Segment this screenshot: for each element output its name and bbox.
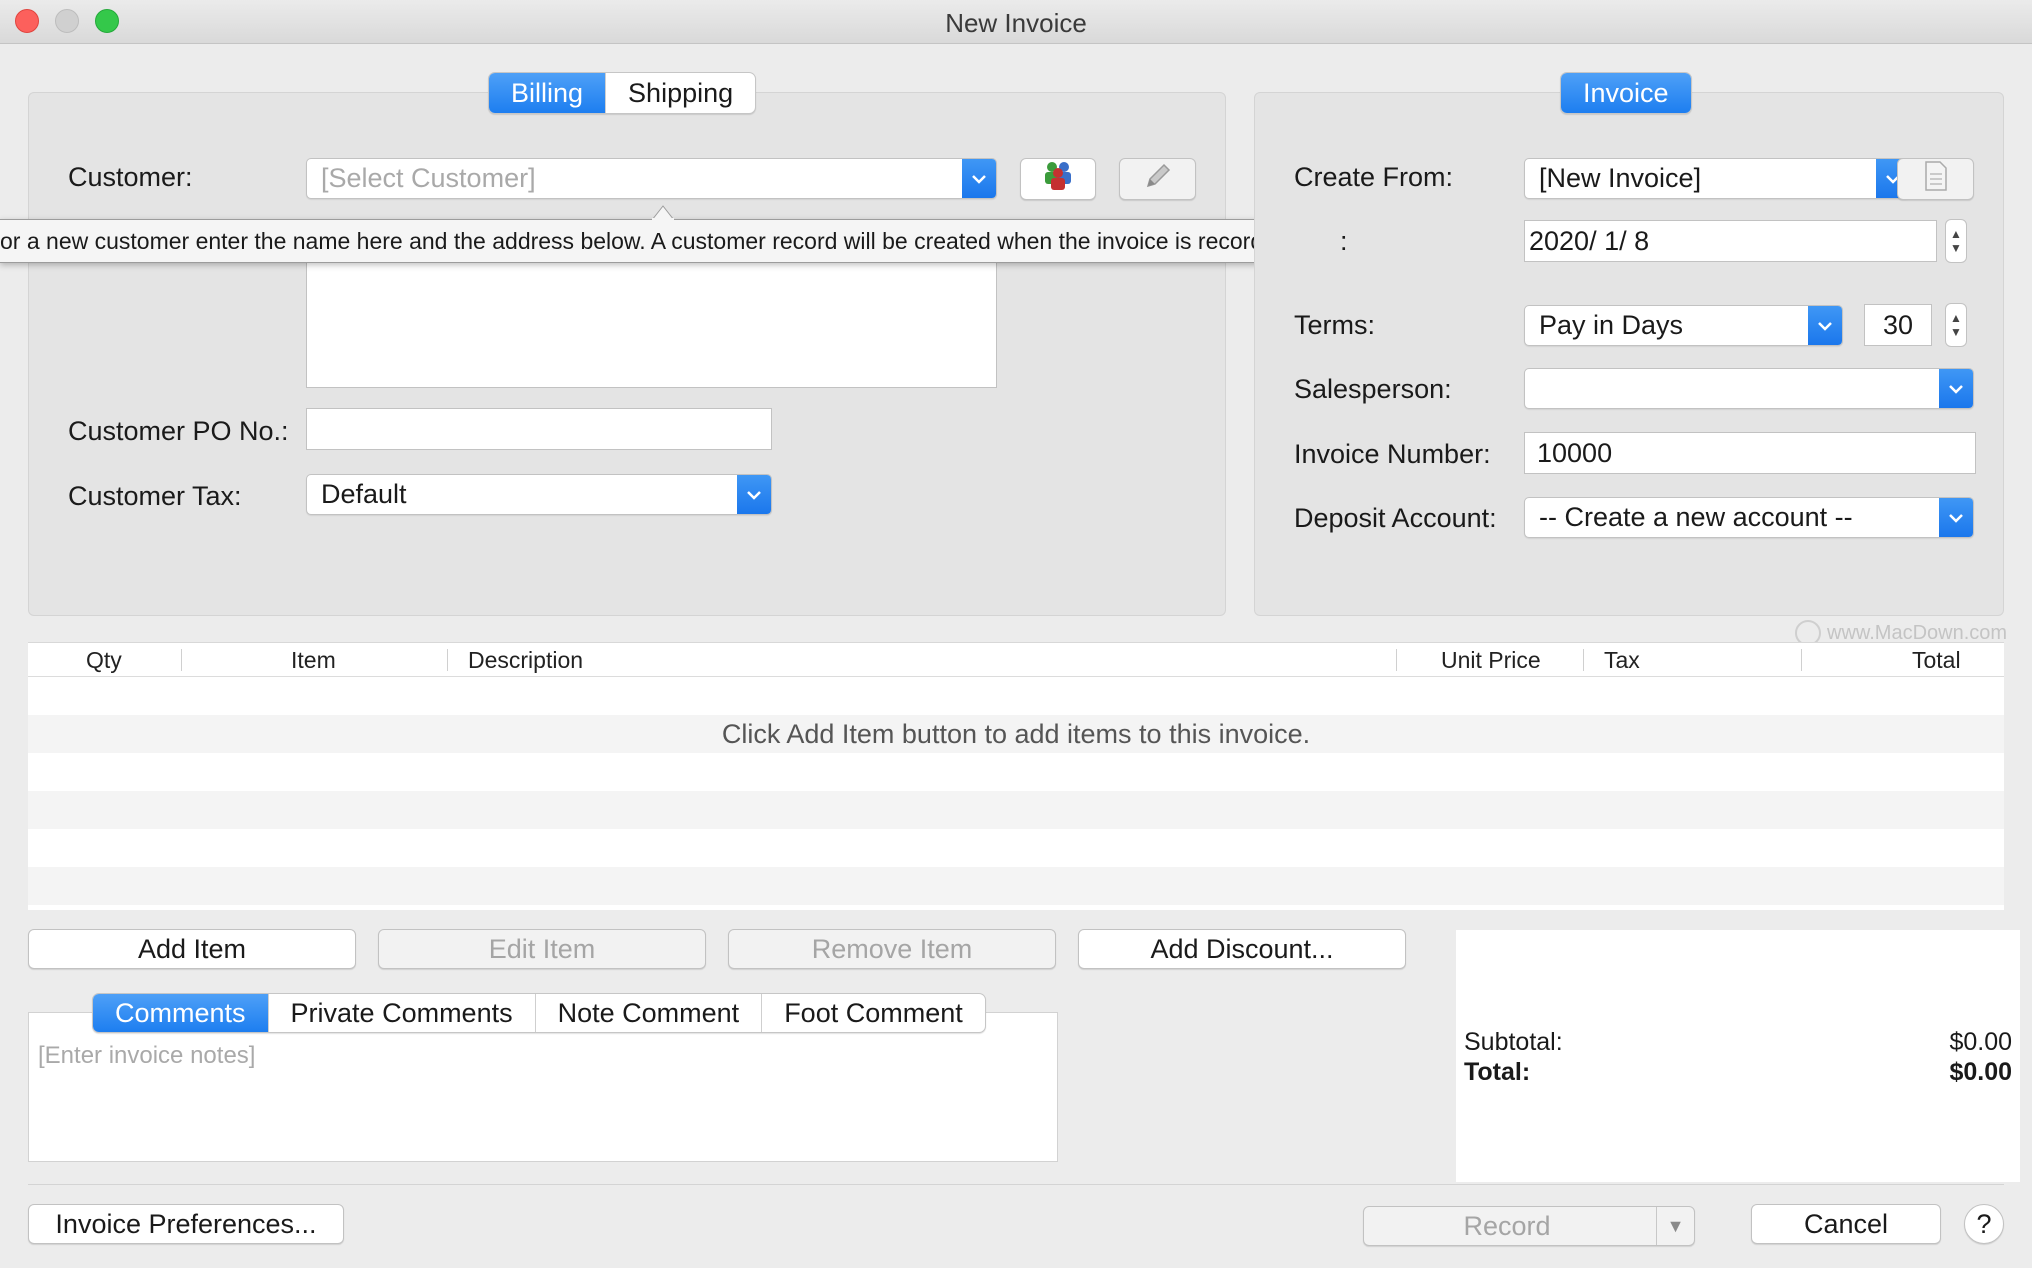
date-stepper[interactable]: ▲ ▼ <box>1945 219 1967 263</box>
chevron-down-icon[interactable] <box>737 475 771 514</box>
help-button[interactable]: ? <box>1964 1204 2004 1244</box>
customer-label: Customer: <box>68 162 193 192</box>
subtotal-value: $0.00 <box>1949 1028 2012 1056</box>
footer-divider <box>28 1184 2004 1185</box>
notes-placeholder: [Enter invoice notes] <box>38 1042 256 1069</box>
invoice-number-field[interactable]: 10000 <box>1524 432 1976 474</box>
tab-billing[interactable]: Billing <box>489 73 607 113</box>
cancel-button[interactable]: Cancel <box>1751 1204 1941 1244</box>
empty-table-message: Click Add Item button to add items to th… <box>721 719 1311 749</box>
terms-label: Terms: <box>1294 310 1375 340</box>
salesperson-select[interactable] <box>1524 368 1974 409</box>
table-row[interactable] <box>28 867 2004 905</box>
tab-shipping[interactable]: Shipping <box>606 73 755 113</box>
tab-invoice[interactable]: Invoice <box>1561 73 1691 113</box>
pencil-icon <box>1142 160 1174 199</box>
add-discount-button[interactable]: Add Discount... <box>1078 929 1406 969</box>
window-title: New Invoice <box>945 8 1087 38</box>
record-label: Record <box>1463 1210 1551 1241</box>
column-header-unit-price[interactable]: Unit Price <box>1441 643 1541 677</box>
total-value: $0.00 <box>1949 1058 2012 1086</box>
customer-combobox[interactable]: [Select Customer] <box>306 158 997 199</box>
customer-address-field[interactable] <box>306 262 997 388</box>
chevron-down-icon[interactable]: ▼ <box>1950 241 1962 255</box>
record-button[interactable]: Record ▼ <box>1363 1206 1695 1246</box>
date-label: : <box>1340 226 1348 256</box>
document-icon <box>1923 160 1949 199</box>
invoice-tab-group: Invoice <box>1560 72 1692 114</box>
customer-placeholder: [Select Customer] <box>321 163 536 193</box>
invoice-number-label: Invoice Number: <box>1294 439 1491 469</box>
edit-item-button[interactable]: Edit Item <box>378 929 706 969</box>
tab-comments[interactable]: Comments <box>93 994 269 1032</box>
create-from-label: Create From: <box>1294 162 1454 192</box>
tab-foot-comment[interactable]: Foot Comment <box>762 994 985 1032</box>
tooltip-text: or a new customer enter the name here an… <box>0 227 1296 254</box>
invoice-preferences-button[interactable]: Invoice Preferences... <box>28 1204 344 1244</box>
total-label: Total: <box>1464 1058 1531 1086</box>
tooltip-pointer <box>652 205 674 220</box>
column-header-qty[interactable]: Qty <box>86 643 122 677</box>
chevron-down-icon[interactable] <box>962 159 996 198</box>
customer-tax-value: Default <box>321 479 407 509</box>
billing-shipping-tabs: Billing Shipping <box>488 72 757 114</box>
tab-private-comments[interactable]: Private Comments <box>269 994 536 1032</box>
column-header-item[interactable]: Item <box>291 643 336 677</box>
title-bar: New Invoice <box>0 0 2032 44</box>
terms-days-stepper[interactable]: ▲ ▼ <box>1945 303 1967 347</box>
chevron-down-icon[interactable] <box>1939 369 1973 408</box>
people-icon <box>1041 160 1075 199</box>
table-row[interactable] <box>28 791 2004 829</box>
deposit-account-select[interactable]: -- Create a new account -- <box>1524 497 1974 538</box>
chevron-down-icon[interactable] <box>1808 306 1842 345</box>
deposit-account-value: -- Create a new account -- <box>1539 502 1853 532</box>
date-field[interactable]: 2020/ 1/ 8 <box>1524 220 1937 262</box>
chevron-down-icon[interactable] <box>1939 498 1973 537</box>
customer-list-button[interactable] <box>1020 158 1096 200</box>
column-header-total[interactable]: Total <box>1912 643 1961 677</box>
chevron-down-icon[interactable]: ▼ <box>1950 325 1962 339</box>
comments-tabs: Comments Private Comments Note Comment F… <box>92 993 986 1033</box>
chevron-up-icon[interactable]: ▲ <box>1950 311 1962 325</box>
customer-po-field[interactable] <box>306 408 772 450</box>
customer-tax-select[interactable]: Default <box>306 474 772 515</box>
record-menu-arrow-icon[interactable]: ▼ <box>1656 1207 1694 1245</box>
customer-po-label: Customer PO No.: <box>68 416 289 446</box>
chevron-up-icon[interactable]: ▲ <box>1950 227 1962 241</box>
column-header-tax[interactable]: Tax <box>1604 643 1640 677</box>
customer-tooltip: or a new customer enter the name here an… <box>0 219 1348 263</box>
tab-note-comment[interactable]: Note Comment <box>536 994 763 1032</box>
column-header-description[interactable]: Description <box>468 643 583 677</box>
create-from-value: [New Invoice] <box>1539 163 1702 193</box>
edit-customer-button[interactable] <box>1119 158 1196 200</box>
items-table[interactable]: Qty Item Description Unit Price Tax Tota… <box>28 642 2004 910</box>
terms-value: Pay in Days <box>1539 310 1684 340</box>
create-from-select[interactable]: [New Invoice] <box>1524 158 1911 199</box>
terms-days-field[interactable]: 30 <box>1864 304 1932 346</box>
subtotal-label: Subtotal: <box>1464 1028 1563 1056</box>
totals-panel: Subtotal: $0.00 Total: $0.00 <box>1456 930 2020 1182</box>
customer-tax-label: Customer Tax: <box>68 481 242 511</box>
remove-item-button[interactable]: Remove Item <box>728 929 1056 969</box>
invoice-notes-textarea[interactable]: [Enter invoice notes] <box>30 1042 1054 1158</box>
add-item-button[interactable]: Add Item <box>28 929 356 969</box>
create-from-document-button[interactable] <box>1897 158 1974 200</box>
table-header: Qty Item Description Unit Price Tax Tota… <box>28 643 2004 677</box>
salesperson-label: Salesperson: <box>1294 374 1452 404</box>
deposit-account-label: Deposit Account: <box>1294 503 1497 533</box>
terms-select[interactable]: Pay in Days <box>1524 305 1843 346</box>
